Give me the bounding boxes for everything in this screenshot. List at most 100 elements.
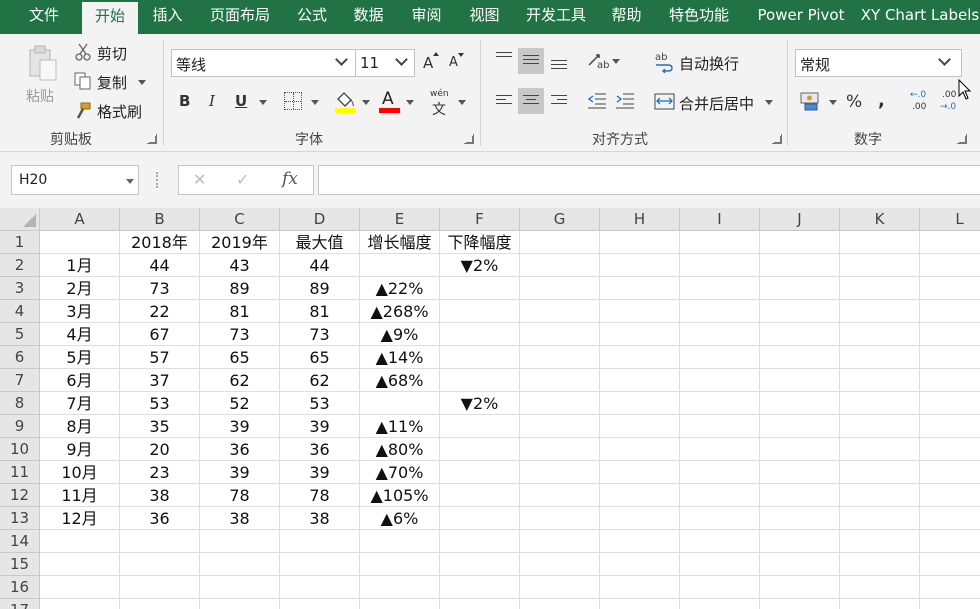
column-header-E[interactable]: E — [360, 208, 440, 231]
cell-H13[interactable] — [600, 507, 680, 530]
cell-G8[interactable] — [520, 392, 600, 415]
phonetic-dropdown-icon[interactable] — [458, 100, 466, 105]
cell-F11[interactable] — [440, 461, 520, 484]
align-left-button[interactable] — [491, 88, 517, 114]
tab-8[interactable]: 开发工具 — [514, 0, 598, 34]
cell-E9[interactable]: ▲11% — [360, 415, 440, 438]
cut-button[interactable]: 剪切 — [74, 42, 140, 64]
tab-3[interactable]: 页面布局 — [197, 0, 283, 34]
cell-D10[interactable]: 36 — [280, 438, 360, 461]
cell-H8[interactable] — [600, 392, 680, 415]
cell-A14[interactable] — [40, 530, 120, 553]
cell-D13[interactable]: 38 — [280, 507, 360, 530]
cell-J13[interactable] — [760, 507, 840, 530]
cell-E4[interactable]: ▲268% — [360, 300, 440, 323]
cell-E5[interactable]: ▲9% — [360, 323, 440, 346]
cell-A7[interactable]: 6月 — [40, 369, 120, 392]
cell-L9[interactable] — [920, 415, 980, 438]
cell-J2[interactable] — [760, 254, 840, 277]
cell-B5[interactable]: 67 — [120, 323, 200, 346]
cell-L6[interactable] — [920, 346, 980, 369]
cell-K10[interactable] — [840, 438, 920, 461]
cell-G14[interactable] — [520, 530, 600, 553]
percent-style-button[interactable]: % — [846, 92, 862, 112]
cell-B1[interactable]: 2018年 — [120, 231, 200, 254]
column-header-L[interactable]: L — [920, 208, 980, 231]
cell-K14[interactable] — [840, 530, 920, 553]
paste-button[interactable]: 粘贴 — [22, 42, 64, 112]
tab-0[interactable]: 文件 — [8, 0, 80, 34]
cell-A17[interactable] — [40, 599, 120, 609]
cell-I2[interactable] — [680, 254, 760, 277]
cell-J3[interactable] — [760, 277, 840, 300]
row-header[interactable]: 12 — [0, 484, 40, 507]
cell-C5[interactable]: 73 — [200, 323, 280, 346]
cell-F1[interactable]: 下降幅度 — [440, 231, 520, 254]
cell-J17[interactable] — [760, 599, 840, 609]
cell-J15[interactable] — [760, 553, 840, 576]
cell-F13[interactable] — [440, 507, 520, 530]
cell-C1[interactable]: 2019年 — [200, 231, 280, 254]
column-header-I[interactable]: I — [680, 208, 760, 231]
tab-9[interactable]: 帮助 — [600, 0, 653, 34]
cell-G1[interactable] — [520, 231, 600, 254]
cell-E7[interactable]: ▲68% — [360, 369, 440, 392]
cell-K5[interactable] — [840, 323, 920, 346]
cell-G13[interactable] — [520, 507, 600, 530]
grow-font-button[interactable]: A — [421, 51, 441, 73]
cell-I9[interactable] — [680, 415, 760, 438]
align-middle-button[interactable] — [518, 48, 544, 74]
font-color-button[interactable]: A — [378, 89, 402, 114]
cell-J7[interactable] — [760, 369, 840, 392]
cell-K15[interactable] — [840, 553, 920, 576]
row-header[interactable]: 4 — [0, 300, 40, 323]
cell-G16[interactable] — [520, 576, 600, 599]
cell-D15[interactable] — [280, 553, 360, 576]
cell-I11[interactable] — [680, 461, 760, 484]
cell-B7[interactable]: 37 — [120, 369, 200, 392]
phonetic-guide-button[interactable]: wén 文 — [428, 89, 454, 118]
cell-I1[interactable] — [680, 231, 760, 254]
cell-A6[interactable]: 5月 — [40, 346, 120, 369]
cell-J10[interactable] — [760, 438, 840, 461]
cell-C13[interactable]: 38 — [200, 507, 280, 530]
row-header[interactable]: 7 — [0, 369, 40, 392]
cell-L5[interactable] — [920, 323, 980, 346]
cell-A12[interactable]: 11月 — [40, 484, 120, 507]
cell-G7[interactable] — [520, 369, 600, 392]
italic-button[interactable]: I — [209, 92, 215, 110]
column-header-J[interactable]: J — [760, 208, 840, 231]
cell-H7[interactable] — [600, 369, 680, 392]
cell-F17[interactable] — [440, 599, 520, 609]
cell-H2[interactable] — [600, 254, 680, 277]
cell-D12[interactable]: 78 — [280, 484, 360, 507]
cell-G3[interactable] — [520, 277, 600, 300]
cell-E6[interactable]: ▲14% — [360, 346, 440, 369]
row-header[interactable]: 17 — [0, 599, 40, 609]
cell-D2[interactable]: 44 — [280, 254, 360, 277]
cell-J4[interactable] — [760, 300, 840, 323]
cell-H17[interactable] — [600, 599, 680, 609]
cell-H9[interactable] — [600, 415, 680, 438]
select-all-button[interactable] — [0, 208, 40, 231]
cell-E14[interactable] — [360, 530, 440, 553]
alignment-dialog-launcher[interactable] — [772, 134, 782, 144]
copy-button[interactable]: 复制 — [74, 71, 150, 93]
cell-B17[interactable] — [120, 599, 200, 609]
cell-F16[interactable] — [440, 576, 520, 599]
cell-D4[interactable]: 81 — [280, 300, 360, 323]
cell-K4[interactable] — [840, 300, 920, 323]
cell-D8[interactable]: 53 — [280, 392, 360, 415]
fill-color-button[interactable] — [334, 90, 358, 114]
cell-C16[interactable] — [200, 576, 280, 599]
decrease-decimal-button[interactable]: .00 →.0 — [940, 90, 964, 116]
cell-L11[interactable] — [920, 461, 980, 484]
cell-K2[interactable] — [840, 254, 920, 277]
cell-G9[interactable] — [520, 415, 600, 438]
cell-L13[interactable] — [920, 507, 980, 530]
tab-4[interactable]: 公式 — [285, 0, 339, 34]
cell-B13[interactable]: 36 — [120, 507, 200, 530]
cell-E16[interactable] — [360, 576, 440, 599]
cell-H14[interactable] — [600, 530, 680, 553]
align-top-button[interactable] — [491, 48, 517, 74]
